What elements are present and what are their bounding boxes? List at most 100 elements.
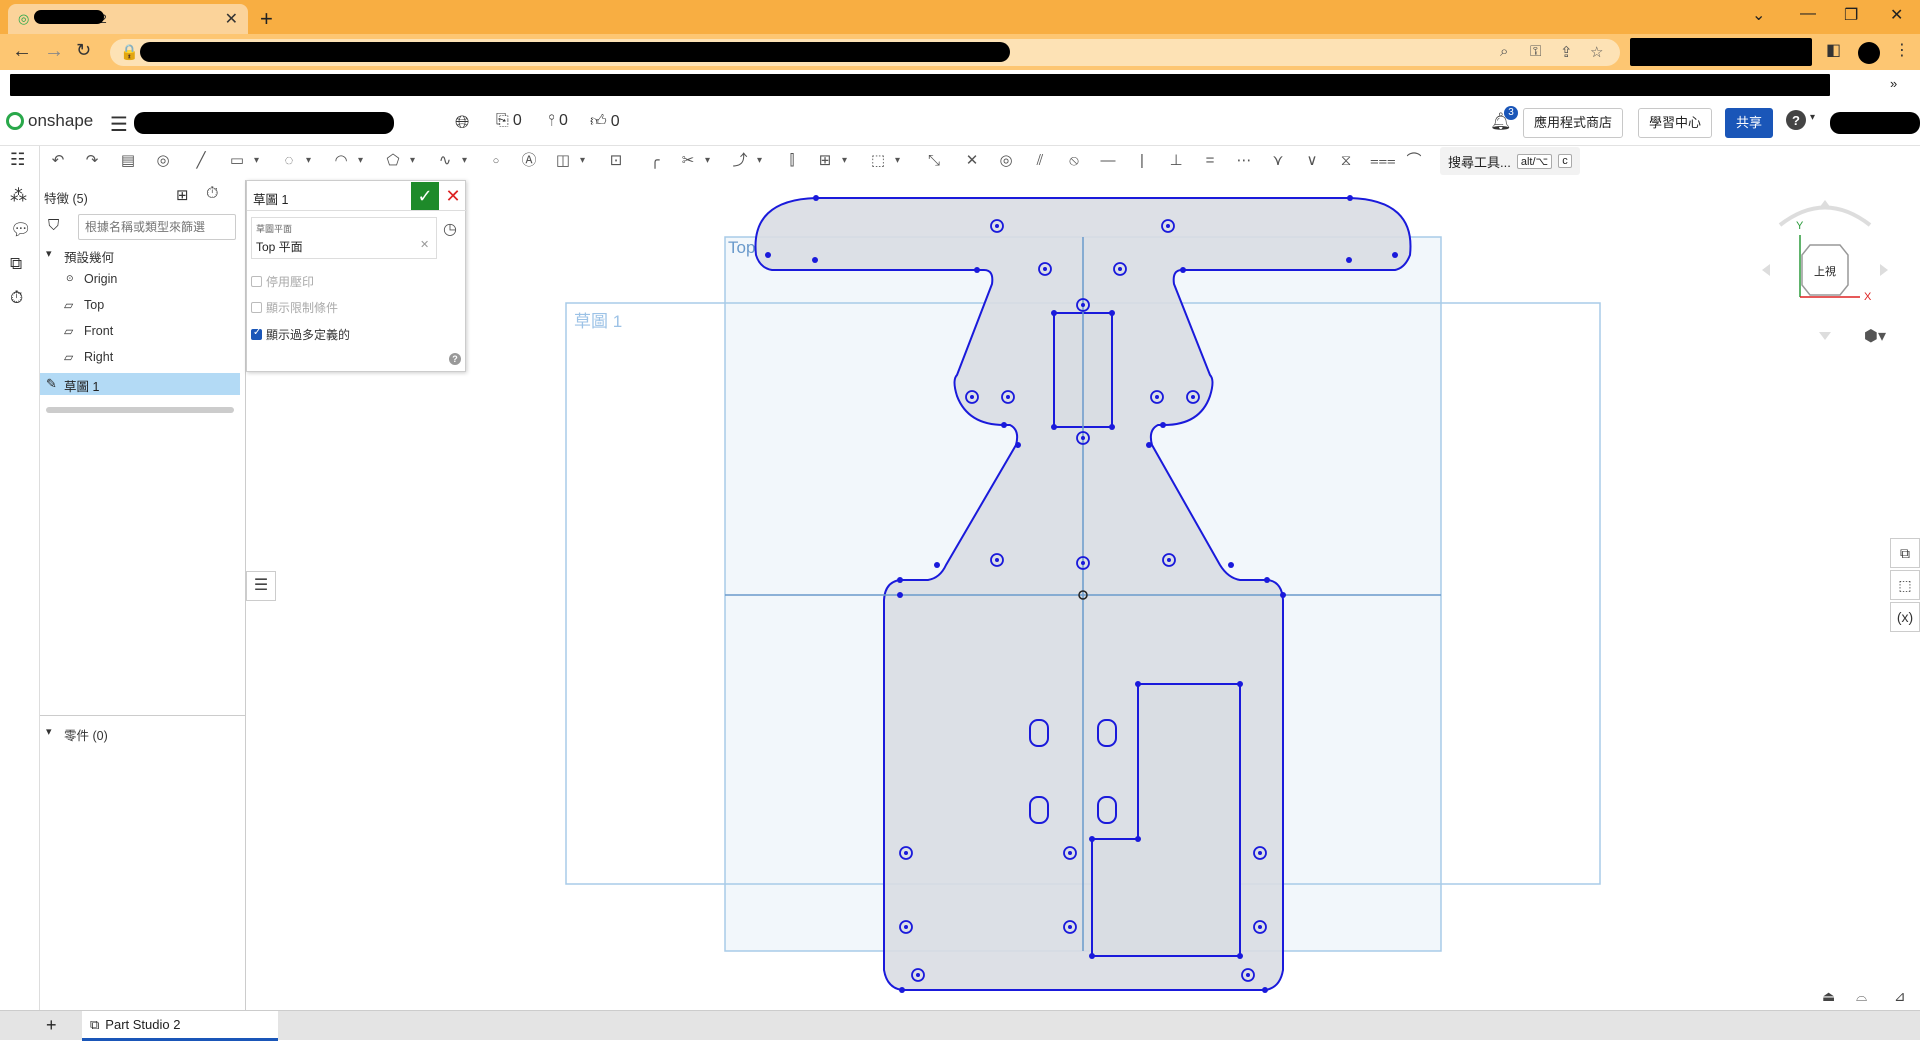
sketch-vertex[interactable] (1392, 252, 1398, 258)
sketch-holes[interactable] (899, 219, 1267, 982)
sketch-hole[interactable] (990, 553, 1004, 567)
accept-check-icon[interactable]: ✓ (411, 182, 439, 210)
sketch-vertex[interactable] (1280, 592, 1286, 598)
sketch-hole[interactable] (1150, 390, 1164, 404)
sketch-vertex[interactable] (934, 562, 940, 568)
sketch-hole[interactable] (1076, 431, 1090, 445)
sketch-points[interactable] (765, 195, 1398, 993)
add-tab-icon[interactable]: + (46, 1015, 57, 1036)
sketch-vertex[interactable] (974, 267, 980, 273)
versions-button[interactable]: ⎘ 0 (496, 112, 522, 130)
dxf-import-icon[interactable]: ⬚ (868, 151, 900, 171)
top-slot-outline[interactable] (1053, 312, 1113, 428)
chevron-down-icon[interactable]: ▾ (46, 725, 52, 738)
sketch-vertex[interactable] (897, 592, 903, 598)
view-cube[interactable]: 上視 Y X (1760, 195, 1890, 345)
rollback-timer-icon[interactable]: ⏱︎ (206, 185, 218, 203)
new-tab-button[interactable]: + (260, 6, 273, 32)
sketch-vertex[interactable] (1135, 836, 1141, 842)
globe-icon[interactable]: 🌐︎ (455, 112, 469, 133)
sketch-hole[interactable] (1161, 219, 1175, 233)
help-question-icon[interactable]: ? (449, 353, 461, 365)
sketch-hole[interactable] (1186, 390, 1200, 404)
chevron-down-icon[interactable]: ▾ (46, 247, 52, 260)
sketch-slot[interactable] (1029, 796, 1049, 824)
sketch-hole[interactable] (1063, 920, 1077, 934)
feature-list-icon[interactable]: ☷ (10, 150, 25, 170)
copy-icon[interactable]: ▤ (118, 151, 138, 171)
add-folder-icon[interactable]: ⊞ (176, 186, 189, 204)
sketch-vertex[interactable] (813, 195, 819, 201)
sketch-hole[interactable] (1001, 390, 1015, 404)
minimize-button[interactable]: — (1800, 5, 1816, 23)
sketch-hole[interactable] (1241, 968, 1255, 982)
redo-icon[interactable]: ↷ (82, 151, 102, 171)
fix-icon[interactable]: ⩶ (1370, 151, 1396, 171)
sketch-vertex[interactable] (1180, 267, 1186, 273)
curvature-icon[interactable]: ⌒ (1404, 151, 1424, 171)
sketch-hole[interactable] (899, 920, 913, 934)
appearance-panel-icon[interactable]: ⧉ (1890, 538, 1920, 568)
sketch-vertex[interactable] (897, 577, 903, 583)
line-tool-icon[interactable]: ╱ (191, 151, 211, 171)
cancel-x-icon[interactable]: ✕ (443, 182, 463, 210)
midpoint-icon[interactable]: ⋯ (1234, 151, 1254, 171)
sketch-vertex[interactable] (1160, 422, 1166, 428)
sketch-vertex[interactable] (1264, 577, 1270, 583)
sketch-plane-rect[interactable] (565, 302, 1601, 885)
comments-icon[interactable]: 💬︎ (10, 220, 32, 240)
sketch-hole[interactable] (1038, 262, 1052, 276)
measure-icon[interactable]: ⏏ (1822, 988, 1835, 1005)
sketch-vertex[interactable] (1051, 424, 1057, 430)
search-tools-button[interactable]: 搜尋工具... alt/⌥ c (1440, 147, 1580, 175)
browser-menu-icon[interactable]: ⋮ (1894, 40, 1910, 60)
sketch-hole[interactable] (1063, 846, 1077, 860)
sketch-plane-field[interactable]: 草圖平面 Top 平面 ✕ (251, 217, 437, 259)
orientation-icon[interactable]: ⊿ (1894, 988, 1906, 1005)
help-icon[interactable]: ? (1786, 110, 1806, 130)
sketch-vertex[interactable] (1237, 681, 1243, 687)
sketch-hole[interactable] (899, 846, 913, 860)
sketch-profile-outline[interactable] (754, 197, 1412, 991)
history-timer-icon[interactable]: ⏱︎ (10, 288, 23, 308)
circle-tool-icon[interactable]: ◌ (279, 151, 311, 171)
variables-icon[interactable]: (x) (1890, 602, 1920, 632)
point-tool-icon[interactable]: ○ (486, 151, 506, 171)
side-panel-icon[interactable]: ◧ (1826, 40, 1841, 60)
arc-tool-icon[interactable]: ◠ (331, 151, 363, 171)
l-cutout-outline[interactable] (1091, 683, 1241, 957)
section-view-icon[interactable]: ⬚ (1890, 570, 1920, 600)
vertical-icon[interactable]: | (1132, 151, 1152, 171)
sketch-vertex[interactable] (1346, 257, 1352, 263)
disable-imprint-checkbox[interactable]: 停用壓印 (251, 273, 314, 290)
sketch-vertex[interactable] (765, 252, 771, 258)
filter-icon[interactable]: ⛉ (48, 217, 59, 234)
top-plane-rect[interactable] (724, 236, 1442, 952)
pierce-icon[interactable]: ∨ (1302, 151, 1322, 171)
sketch-hole[interactable] (1076, 556, 1090, 570)
sketch-vertex[interactable] (1109, 424, 1115, 430)
clock-history-icon[interactable]: ◷ (443, 219, 457, 239)
sketch-vertex[interactable] (1015, 442, 1021, 448)
feature-panel-scrollbar[interactable] (46, 407, 234, 413)
profile-avatar[interactable] (1858, 42, 1880, 64)
help-dropdown-icon[interactable]: ▾ (1810, 112, 1815, 123)
spline-tool-icon[interactable]: ∿ (435, 151, 467, 171)
trim-icon[interactable]: ✂ (678, 151, 710, 171)
hamburger-menu-icon[interactable]: ☰ (110, 112, 128, 137)
sketch-hole[interactable] (1253, 920, 1267, 934)
use-icon[interactable]: ◎ (153, 151, 173, 171)
sketch-slot[interactable] (1029, 719, 1049, 747)
back-icon[interactable]: ← (12, 40, 32, 63)
onshape-logo[interactable]: onshape (6, 111, 93, 131)
parts-icon[interactable]: ⧉ (10, 254, 22, 274)
mass-properties-icon[interactable]: ⌓ (1856, 988, 1867, 1005)
sketch-vertex[interactable] (1237, 953, 1243, 959)
undo-icon[interactable]: ↶ (48, 151, 68, 171)
clear-plane-icon[interactable]: ✕ (420, 238, 429, 251)
insert-image-icon[interactable]: ◫ (553, 151, 585, 171)
sketch-feature-item[interactable]: ✎ 草圖 1 (40, 373, 240, 395)
feature-filter-input[interactable] (78, 214, 236, 240)
top-plane-item[interactable]: Top (84, 298, 104, 312)
symmetric-icon[interactable]: ⧖ (1336, 151, 1356, 171)
